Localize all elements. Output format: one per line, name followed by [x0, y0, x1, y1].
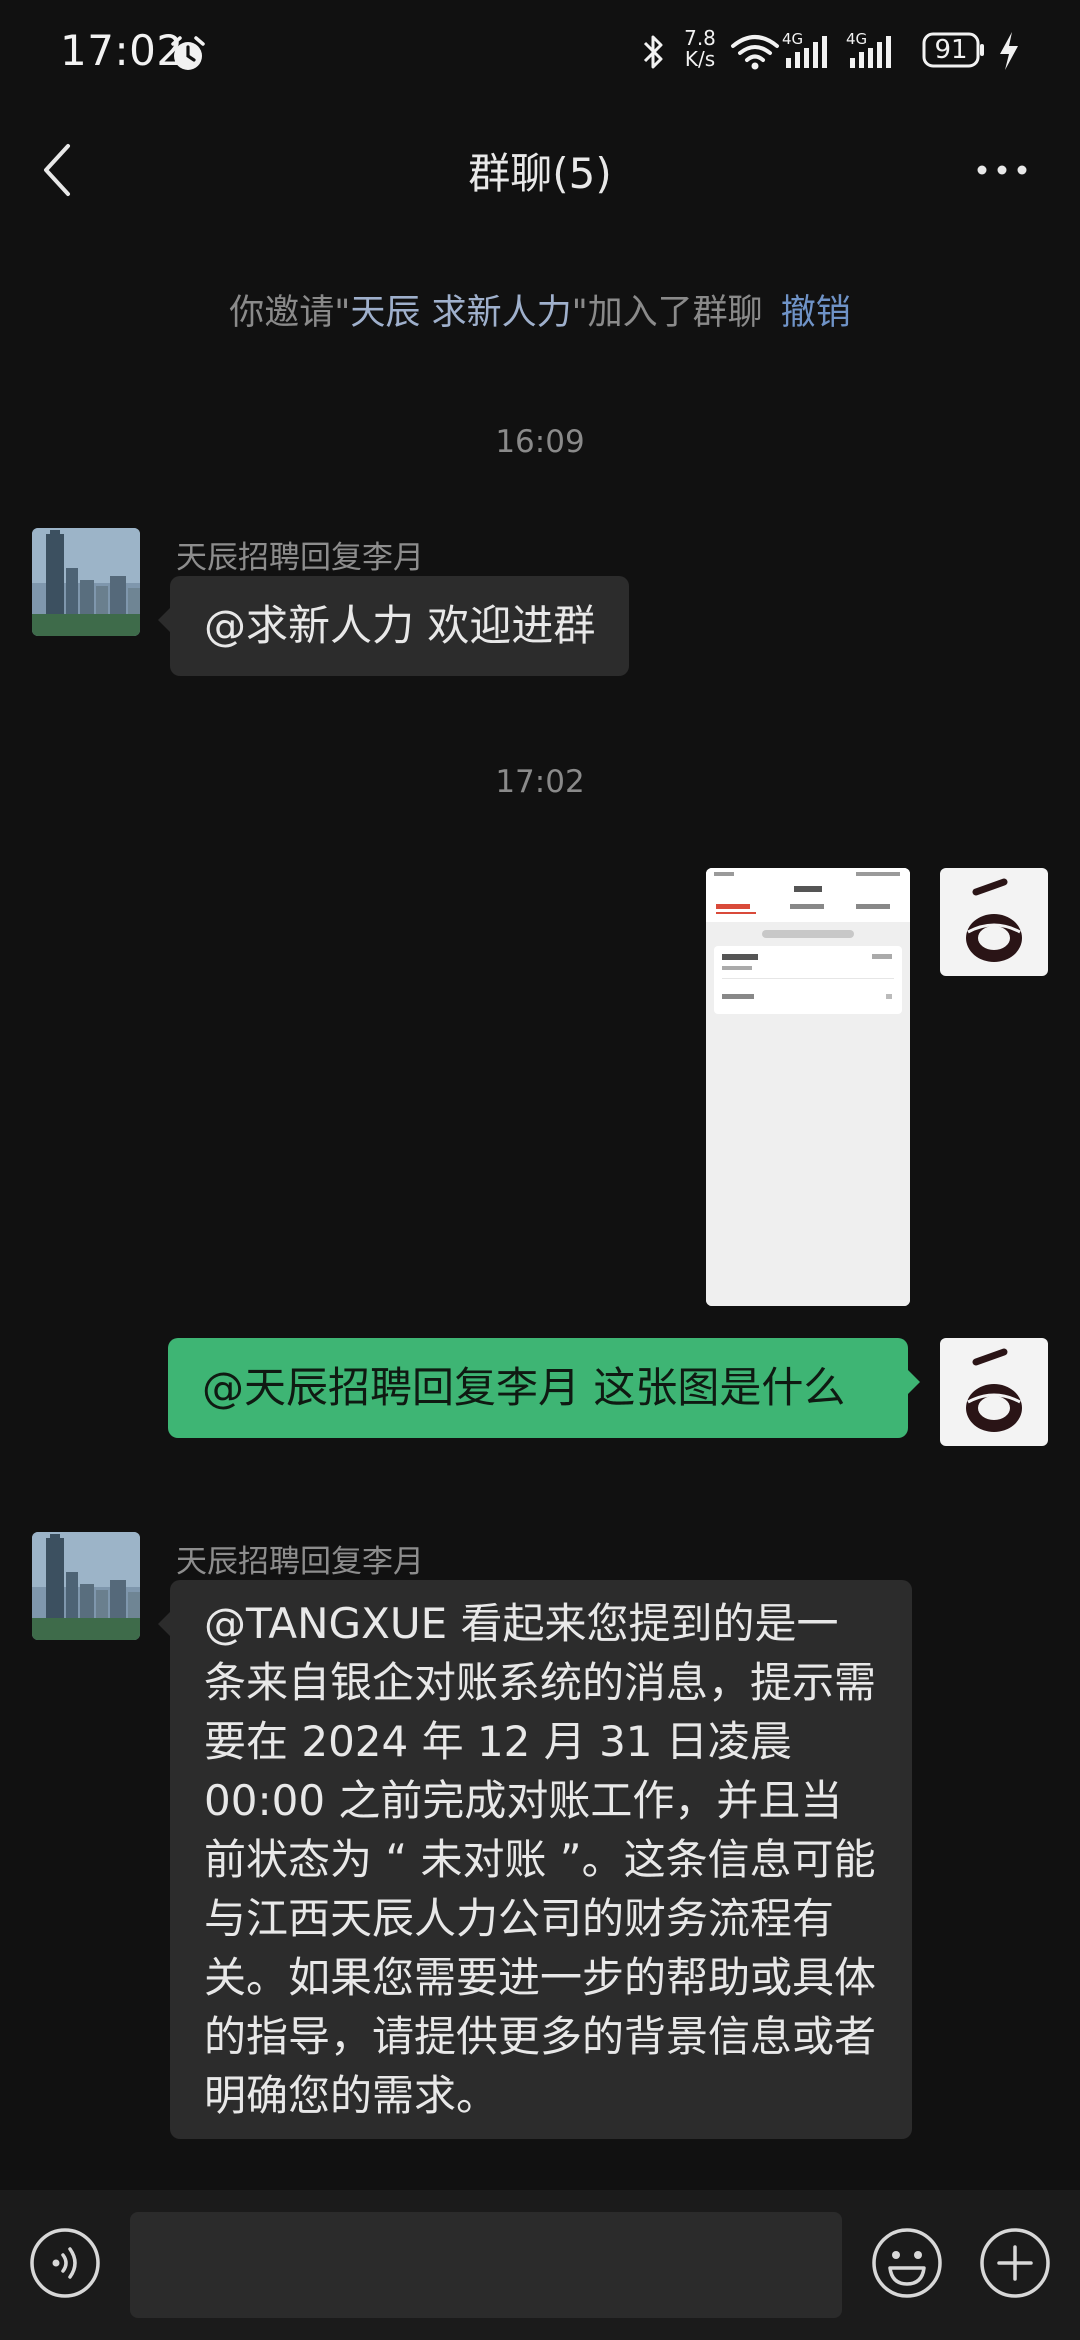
signal-label: 4G [846, 30, 867, 48]
message-bubble[interactable]: @天辰招聘回复李月 这张图是什么 [168, 1338, 920, 1438]
avatar[interactable] [940, 1338, 1048, 1446]
system-message-invitee[interactable]: 求新人力 [432, 293, 572, 333]
avatar[interactable] [940, 868, 1048, 976]
undo-link[interactable]: 撤销 [781, 293, 851, 333]
signal-label: 4G [782, 30, 803, 48]
screenshot-thumbnail [706, 868, 910, 1306]
avatar[interactable] [32, 528, 140, 636]
alarm-icon [171, 36, 205, 70]
network-speed: 7.8 K/s [676, 28, 724, 70]
plus-icon[interactable] [978, 2226, 1052, 2300]
network-speed-value: 7.8 [684, 26, 716, 50]
system-message-suffix: "加入了群聊 [571, 293, 763, 333]
battery-level: 91 [934, 35, 968, 65]
status-time: 17:02 [60, 26, 184, 75]
sender-name: 天辰招聘回复李月 [176, 1544, 424, 1580]
wifi-icon [731, 35, 779, 70]
signal-icon: 4G [846, 30, 891, 68]
voice-icon[interactable] [28, 2226, 102, 2300]
message-bubble[interactable]: @求新人力 欢迎进群 [157, 576, 630, 676]
message-bubble[interactable]: @TANGXUE 看起来您提到的是一条来自银企对账系统的消息，提示需要在 202… [158, 1580, 912, 2139]
signal-icon: 4G [782, 30, 827, 68]
timestamp: 17:02 [495, 764, 585, 800]
message-input[interactable] [130, 2212, 842, 2318]
emoji-icon[interactable] [870, 2226, 944, 2300]
system-message-inviter[interactable]: 天辰 [350, 293, 420, 333]
network-speed-unit: K/s [684, 47, 716, 71]
avatar[interactable] [32, 1532, 140, 1640]
page-title: 群聊(5) [468, 149, 612, 198]
charge-icon [1000, 32, 1018, 70]
sender-name: 天辰招聘回复李月 [176, 540, 424, 576]
bluetooth-icon [643, 35, 663, 69]
more-icon[interactable] [966, 146, 1038, 194]
system-message-prefix: 你邀请" [229, 293, 351, 333]
shared-image-message[interactable] [706, 868, 910, 1306]
system-message: 你邀请"天辰 求新人力"加入了群聊 撤销 [0, 284, 1080, 335]
timestamp: 16:09 [495, 424, 585, 460]
